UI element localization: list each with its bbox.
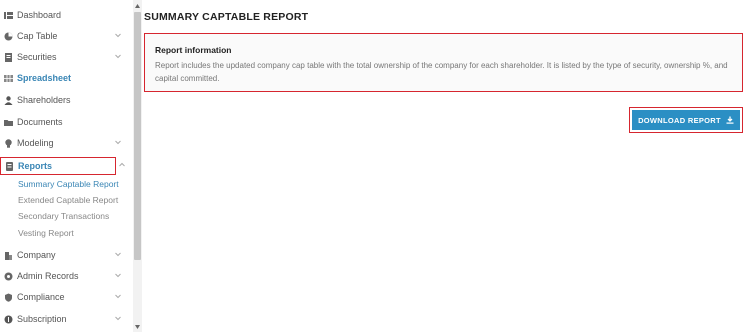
download-icon <box>726 116 734 124</box>
download-report-label: DOWNLOAD REPORT <box>638 115 721 125</box>
scroll-down-arrow-icon[interactable] <box>134 323 141 331</box>
sidebar-item-label: Dashboard <box>17 10 62 20</box>
sidebar-item-label: Reports <box>18 161 53 171</box>
sidebar-item-modeling[interactable]: Modeling <box>0 135 130 153</box>
chevron-down-icon[interactable] <box>114 31 122 39</box>
sidebar-item-label: Admin Records <box>17 271 79 281</box>
sidebar-item-label: Documents <box>17 117 63 127</box>
sidebar-item-label: Spreadsheet <box>17 73 72 83</box>
folder-icon <box>4 120 13 126</box>
sidebar-subitem-summary-captable-report[interactable]: Summary Captable Report <box>18 179 119 189</box>
chevron-down-icon[interactable] <box>114 292 122 300</box>
sidebar-item-dashboard[interactable]: Dashboard <box>0 7 130 25</box>
sidebar-item-subscription[interactable]: Subscription <box>0 311 130 329</box>
chevron-down-icon[interactable] <box>114 138 122 146</box>
sidebar-item-cap-table[interactable]: Cap Table <box>0 28 130 46</box>
sidebar-item-spreadsheet[interactable]: Spreadsheet <box>0 70 130 88</box>
chevron-down-icon[interactable] <box>114 250 122 258</box>
grid-icon <box>4 75 13 82</box>
subscription-icon <box>4 315 13 324</box>
building-icon <box>5 252 12 260</box>
sidebar-item-compliance[interactable]: Compliance <box>0 289 130 307</box>
sidebar-item-shareholders[interactable]: Shareholders <box>0 92 130 110</box>
report-info-heading: Report information <box>155 45 232 55</box>
scroll-up-arrow-icon[interactable] <box>134 2 141 10</box>
sidebar-item-company[interactable]: Company <box>0 247 130 265</box>
dashboard-icon <box>4 12 13 19</box>
sidebar-item-label: Subscription <box>17 314 67 324</box>
sidebar-item-label: Company <box>17 250 56 260</box>
record-icon <box>4 272 13 281</box>
sidebar-item-label: Shareholders <box>17 95 71 105</box>
sidebar-scrollbar[interactable] <box>133 0 142 332</box>
sidebar-subitem-secondary-transactions[interactable]: Secondary Transactions <box>18 211 109 221</box>
chevron-down-icon[interactable] <box>114 52 122 60</box>
report-info-box: Report information Report includes the u… <box>144 33 743 92</box>
chevron-down-icon[interactable] <box>114 314 122 322</box>
sidebar: Dashboard Cap Table Securities Spreadshe… <box>0 0 133 332</box>
report-icon <box>6 162 13 171</box>
sidebar-item-securities[interactable]: Securities <box>0 49 130 67</box>
report-info-text: Report includes the updated company cap … <box>155 61 728 83</box>
chevron-down-icon[interactable] <box>114 271 122 279</box>
pie-chart-icon <box>4 32 13 41</box>
sidebar-item-label: Modeling <box>17 138 54 148</box>
scrollbar-thumb[interactable] <box>134 12 141 260</box>
sidebar-item-reports[interactable]: Reports <box>0 157 116 175</box>
document-icon <box>5 53 12 62</box>
person-icon <box>4 96 13 105</box>
chevron-up-icon[interactable] <box>118 161 126 169</box>
sidebar-item-documents[interactable]: Documents <box>0 114 130 132</box>
sidebar-subitem-vesting-report[interactable]: Vesting Report <box>18 228 74 238</box>
sidebar-item-label: Cap Table <box>17 31 58 41</box>
sidebar-item-admin-records[interactable]: Admin Records <box>0 268 130 286</box>
download-report-highlight: DOWNLOAD REPORT <box>629 107 743 133</box>
sidebar-subitem-extended-captable-report[interactable]: Extended Captable Report <box>18 195 118 205</box>
shield-icon <box>5 293 12 302</box>
lightbulb-icon <box>5 139 12 148</box>
sidebar-item-label: Compliance <box>17 292 65 302</box>
sidebar-item-label: Securities <box>17 52 57 62</box>
page-title: SUMMARY CAPTABLE REPORT <box>144 11 309 23</box>
download-report-button[interactable]: DOWNLOAD REPORT <box>632 110 740 130</box>
